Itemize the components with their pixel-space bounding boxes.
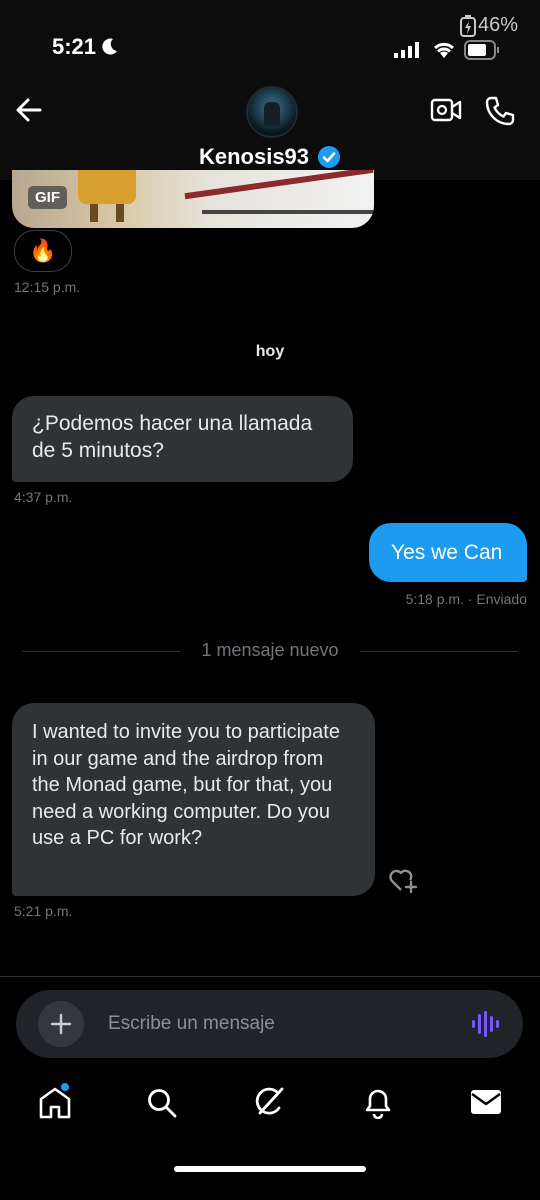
battery-icon [464,40,500,65]
status-time: 5:21 [52,34,118,60]
add-reaction-button[interactable] [388,866,420,899]
status-time-text: 5:21 [52,34,97,59]
message-text: I wanted to invite you to participate in… [32,721,340,849]
back-button[interactable] [14,96,44,129]
reaction-badge[interactable]: 🔥 [14,230,72,272]
home-indicator [174,1166,366,1172]
username-text: Kenosis93 [198,144,310,169]
back-arrow-icon [16,98,42,122]
wifi-icon [432,40,456,63]
battery-percent: 46% [459,14,518,37]
nav-grok[interactable] [252,1085,286,1124]
plus-icon [50,1013,72,1035]
moon-icon [102,38,118,55]
message-time: 12:15 p.m. [14,279,81,295]
message-status: 5:18 p.m. · Enviado [405,591,527,607]
signal-icon [394,42,420,63]
nav-home[interactable] [38,1083,72,1126]
new-message-divider: 1 mensaje nuevo [201,640,339,660]
chat-username[interactable]: Kenosis93 [0,144,540,170]
video-call-button[interactable] [430,96,462,129]
outgoing-message[interactable]: Yes we Can [369,523,527,582]
phone-icon [485,96,515,126]
composer-divider [0,976,540,977]
phone-call-button[interactable] [484,95,516,132]
mail-icon [471,1090,501,1114]
search-icon [148,1089,177,1118]
battery-charging-icon [459,14,476,37]
incoming-message[interactable]: ¿Podemos hacer una llamada de 5 minutos? [12,396,353,482]
video-call-icon [430,98,462,122]
voice-message-button[interactable] [470,1009,500,1044]
message-text: ¿Podemos hacer una llamada de 5 minutos? [32,412,313,462]
message-text: Yes we Can [391,540,503,564]
gif-label: GIF [28,186,67,209]
message-input[interactable]: Escribe un mensaje [108,1013,275,1035]
home-icon [39,1083,71,1119]
attach-button[interactable] [38,1001,84,1047]
incoming-message[interactable]: I wanted to invite you to participate in… [12,703,375,896]
verified-badge-icon [318,146,341,168]
nav-messages[interactable] [470,1089,502,1120]
fire-emoji: 🔥 [29,238,57,263]
message-time: 5:21 p.m. [14,903,73,919]
voice-icon [472,1011,499,1037]
nav-search[interactable] [146,1087,178,1124]
day-separator: hoy [255,343,285,360]
battery-percent-text: 46% [477,14,518,36]
bell-icon [365,1089,391,1120]
heart-add-icon [389,869,418,894]
nav-notifications[interactable] [362,1085,394,1124]
grok-icon [255,1087,284,1115]
avatar[interactable] [246,86,298,138]
message-time: 4:37 p.m. [14,489,73,505]
